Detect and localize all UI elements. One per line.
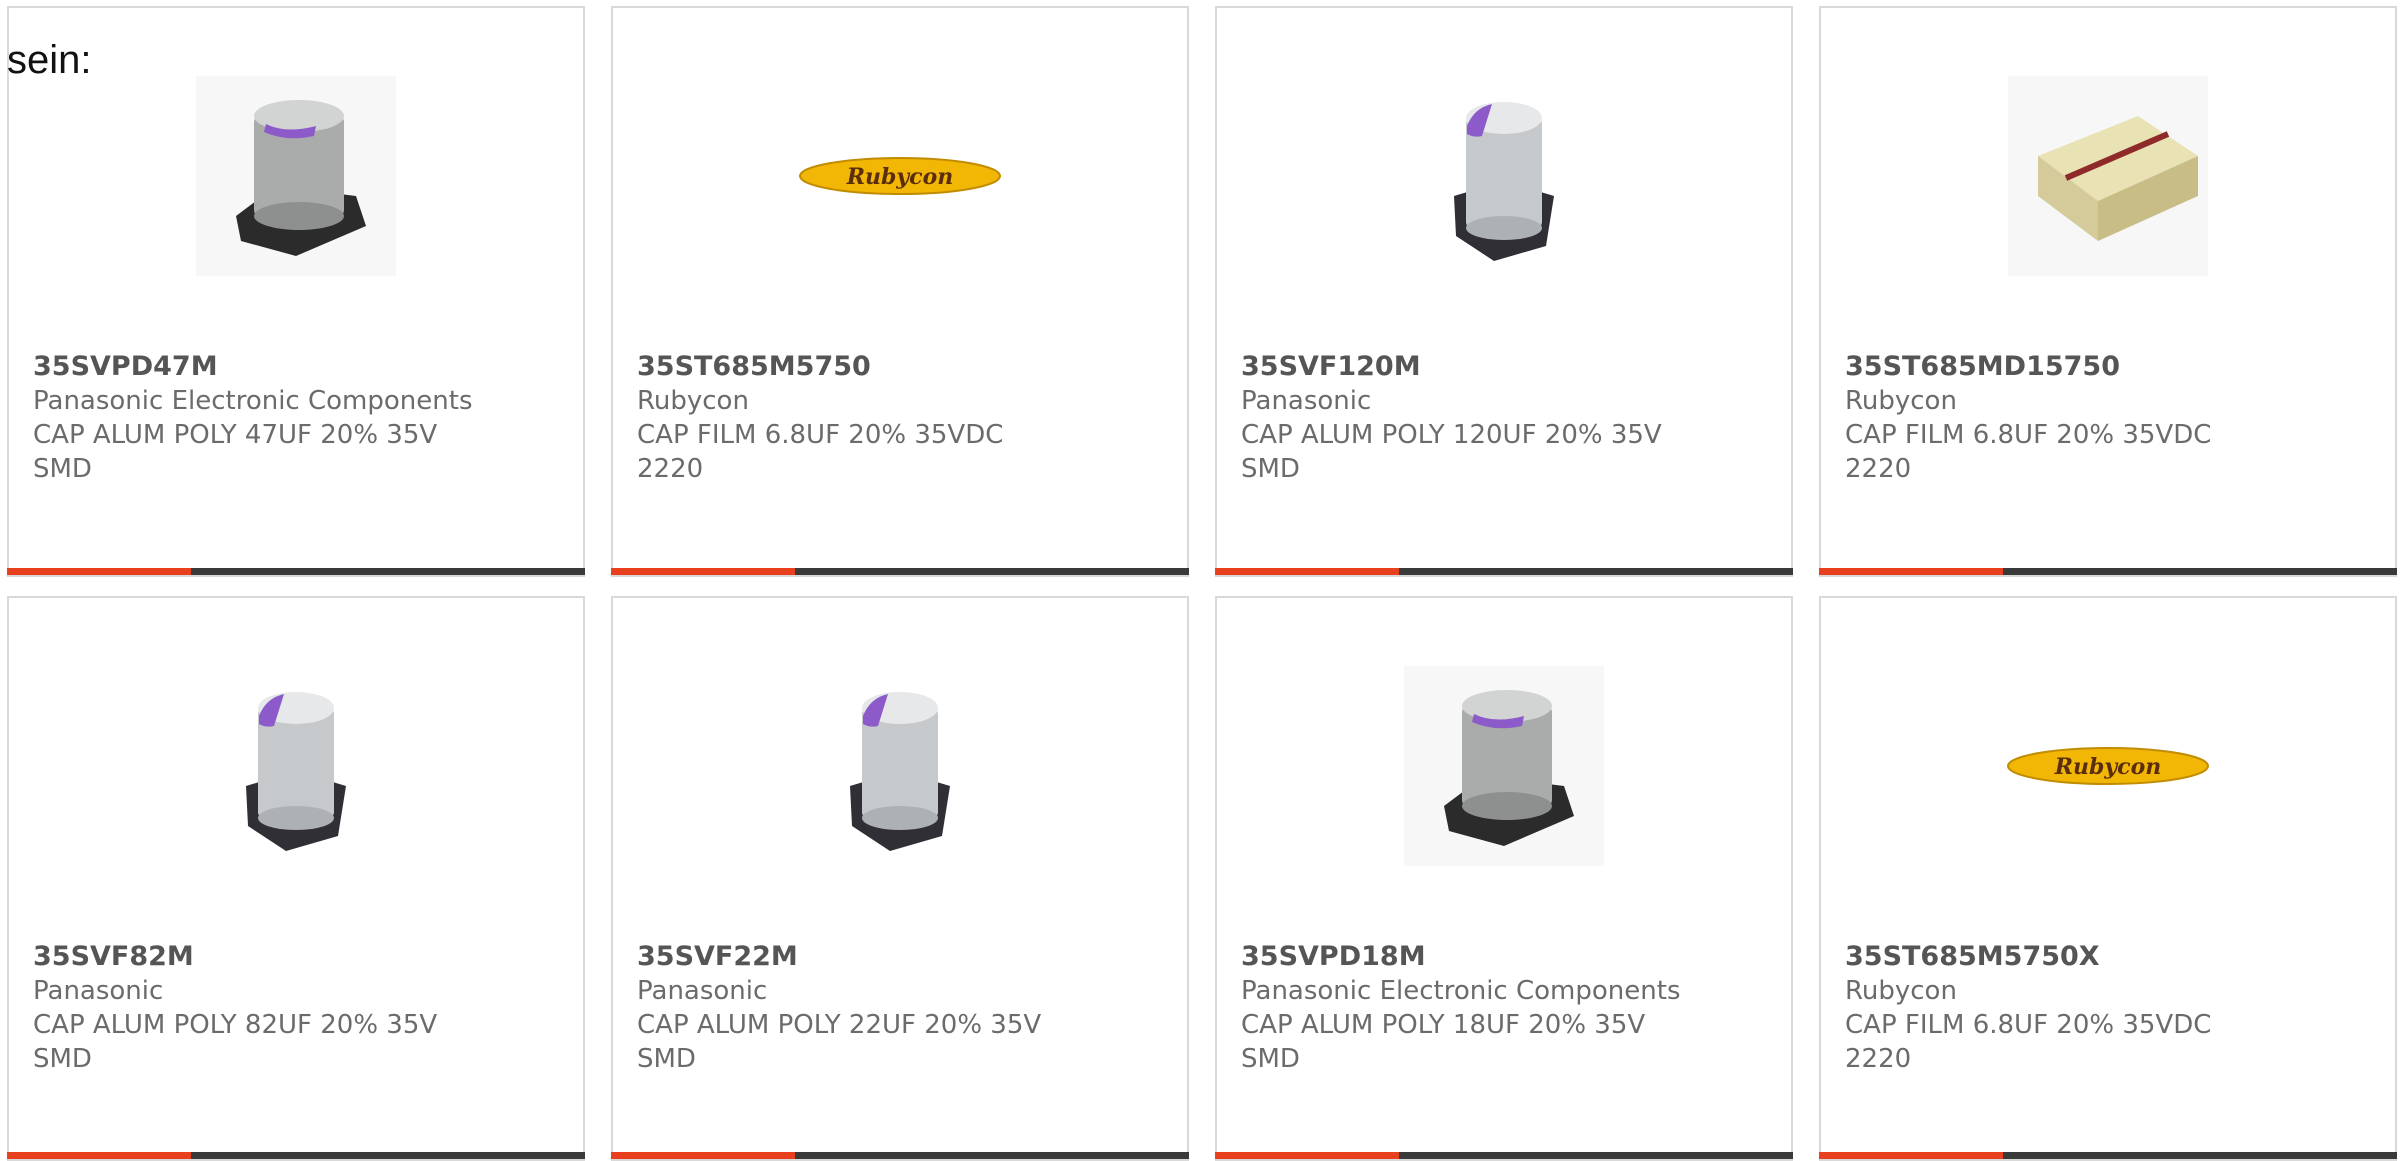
part-number[interactable]: 35SVF82M <box>33 940 573 974</box>
manufacturer: Rubycon <box>637 386 749 416</box>
capacitor-tall-icon <box>246 692 346 851</box>
card-progress-bar <box>1215 1152 1793 1159</box>
capacitor-dark-base-icon <box>196 76 396 276</box>
description: CAP ALUM POLY 18UF 20% 35V SMD <box>1241 1010 1646 1074</box>
product-image[interactable] <box>613 662 1187 870</box>
product-card[interactable]: 35SVPD47M Panasonic Electronic Component… <box>7 6 585 577</box>
card-progress-bar <box>1819 1152 2397 1159</box>
manufacturer: Panasonic <box>1241 386 1372 416</box>
part-number[interactable]: 35ST685M5750 <box>637 350 1177 384</box>
description: CAP FILM 6.8UF 20% 35VDC 2220 <box>1845 1010 2212 1074</box>
rubycon-logo: Rubycon <box>799 157 1001 195</box>
part-number[interactable]: 35SVPD47M <box>33 350 573 384</box>
part-number[interactable]: 35SVPD18M <box>1241 940 1781 974</box>
product-card[interactable]: Rubycon 35ST685M5750X Rubycon CAP FILM 6… <box>1819 596 2397 1161</box>
product-image[interactable] <box>1821 72 2395 280</box>
product-card[interactable]: 35SVF22M Panasonic CAP ALUM POLY 22UF 20… <box>611 596 1189 1161</box>
part-number[interactable]: 35ST685M5750X <box>1845 940 2385 974</box>
product-image[interactable] <box>9 72 583 280</box>
card-progress-bar <box>611 568 1189 575</box>
product-card[interactable]: 35SVF82M Panasonic CAP ALUM POLY 82UF 20… <box>7 596 585 1161</box>
product-card[interactable]: Rubycon 35ST685M5750 Rubycon CAP FILM 6.… <box>611 6 1189 577</box>
product-card[interactable]: 35ST685MD15750 Rubycon CAP FILM 6.8UF 20… <box>1819 6 2397 577</box>
manufacturer: Rubycon <box>1845 386 1957 416</box>
capacitor-tall-icon <box>1454 102 1554 261</box>
product-image[interactable] <box>1217 662 1791 870</box>
card-progress-bar <box>1215 568 1793 575</box>
intro-text: sein: <box>7 38 92 82</box>
capacitor-dark-base-icon <box>1404 666 1604 866</box>
manufacturer: Panasonic <box>637 976 768 1006</box>
manufacturer: Panasonic Electronic Components <box>33 386 473 416</box>
manufacturer: Panasonic <box>33 976 164 1006</box>
manufacturer: Rubycon <box>1845 976 1957 1006</box>
description: CAP ALUM POLY 82UF 20% 35V SMD <box>33 1010 438 1074</box>
card-progress-bar <box>611 1152 1189 1159</box>
part-number[interactable]: 35SVF120M <box>1241 350 1781 384</box>
product-card[interactable]: 35SVF120M Panasonic CAP ALUM POLY 120UF … <box>1215 6 1793 577</box>
product-image[interactable] <box>9 662 583 870</box>
film-capacitor-icon <box>2008 76 2208 276</box>
card-progress-bar <box>7 568 585 575</box>
rubycon-logo: Rubycon <box>2007 747 2209 785</box>
description: CAP ALUM POLY 120UF 20% 35V SMD <box>1241 420 1662 484</box>
manufacturer: Panasonic Electronic Components <box>1241 976 1681 1006</box>
card-progress-bar <box>7 1152 585 1159</box>
product-image[interactable] <box>1217 72 1791 280</box>
description: CAP ALUM POLY 47UF 20% 35V SMD <box>33 420 438 484</box>
product-image[interactable]: Rubycon <box>613 72 1187 280</box>
part-number[interactable]: 35SVF22M <box>637 940 1177 974</box>
svg-text:Rubycon: Rubycon <box>846 164 954 190</box>
description: CAP FILM 6.8UF 20% 35VDC 2220 <box>1845 420 2212 484</box>
svg-text:Rubycon: Rubycon <box>2054 754 2162 780</box>
capacitor-tall-icon <box>850 692 950 851</box>
part-number[interactable]: 35ST685MD15750 <box>1845 350 2385 384</box>
product-image[interactable]: Rubycon <box>1821 662 2395 870</box>
product-card[interactable]: 35SVPD18M Panasonic Electronic Component… <box>1215 596 1793 1161</box>
card-progress-bar <box>1819 568 2397 575</box>
description: CAP ALUM POLY 22UF 20% 35V SMD <box>637 1010 1042 1074</box>
description: CAP FILM 6.8UF 20% 35VDC 2220 <box>637 420 1004 484</box>
